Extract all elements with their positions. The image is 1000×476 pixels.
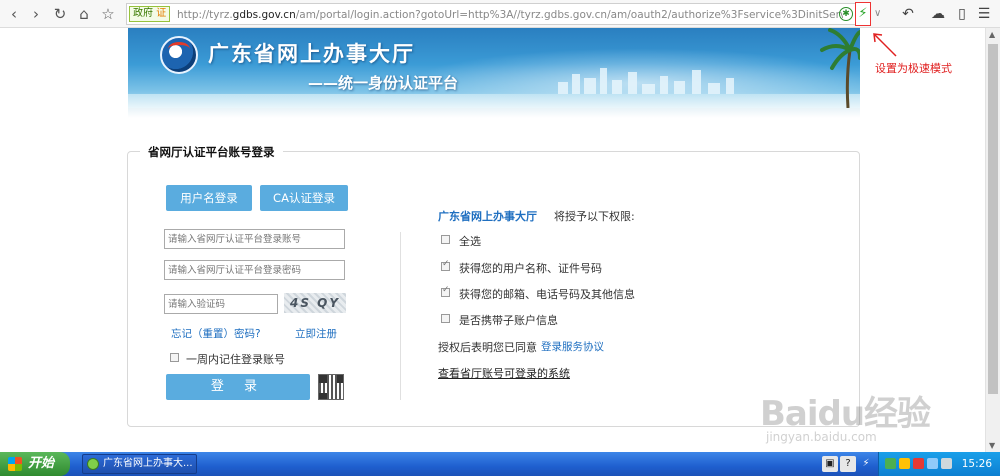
tablet-icon[interactable]: ▯ bbox=[952, 4, 972, 24]
banner-shadow bbox=[128, 108, 860, 118]
permission-checkbox-name-id[interactable] bbox=[441, 259, 450, 271]
authorize-intro: 将授予以下权限: bbox=[554, 210, 635, 223]
tab-username-login[interactable]: 用户名登录 bbox=[166, 185, 252, 211]
scroll-thumb[interactable] bbox=[988, 44, 998, 394]
annotation-text: 设置为极速模式 bbox=[875, 62, 952, 75]
login-button[interactable]: 登 录 bbox=[166, 374, 310, 400]
quick-launch-icon[interactable]: ⚡ bbox=[858, 456, 874, 472]
remember-checkbox[interactable] bbox=[170, 353, 179, 362]
show-desktop-icon[interactable]: ▣ bbox=[822, 456, 838, 472]
browser-toolbar: ‹ › ↻ ⌂ ☆ 政府 证 http://tyrz.gdbs.gov.cn/a… bbox=[0, 0, 1000, 28]
city-skyline bbox=[558, 66, 748, 96]
scroll-down-icon[interactable]: ▼ bbox=[989, 441, 995, 450]
scroll-up-icon[interactable]: ▲ bbox=[989, 30, 995, 39]
vertical-scrollbar[interactable]: ▲ ▼ bbox=[985, 28, 1000, 452]
register-link[interactable]: 立即注册 bbox=[295, 326, 337, 341]
windows-taskbar: 开始 广东省网上办事大... ▣ ? ⚡ 15:26 bbox=[0, 452, 1000, 476]
annotation-arrow bbox=[873, 33, 897, 57]
watermark-brand: Baidu经验 bbox=[760, 394, 931, 434]
security-icon[interactable] bbox=[913, 458, 924, 469]
banner-title: 广东省网上办事大厅 bbox=[208, 42, 415, 66]
address-bar[interactable]: 政府 证 http://tyrz.gdbs.gov.cn/am/portal/l… bbox=[126, 3, 870, 25]
home-icon[interactable]: ⌂ bbox=[74, 4, 94, 24]
undo-icon[interactable]: ↶ bbox=[898, 4, 918, 24]
display-icon[interactable] bbox=[927, 458, 938, 469]
chevron-down-icon[interactable]: ∨ bbox=[874, 5, 888, 23]
bookmark-star-icon[interactable]: ☆ bbox=[98, 4, 118, 24]
taskbar-browser-item[interactable]: 广东省网上办事大... bbox=[82, 454, 197, 474]
banner-subtitle: ——统一身份认证平台 bbox=[308, 74, 459, 92]
url-path: /am/portal/login.action?gotoUrl=http%3A/… bbox=[295, 9, 843, 21]
authorize-site-name: 广东省网上办事大厅 bbox=[438, 210, 537, 223]
service-agreement-link[interactable]: 登录服务协议 bbox=[541, 339, 604, 354]
system-tray: 15:26 bbox=[878, 452, 1000, 476]
site-banner: 广东省网上办事大厅 ——统一身份认证平台 bbox=[128, 28, 860, 108]
forward-icon[interactable]: › bbox=[26, 4, 46, 24]
permission-label: 全选 bbox=[459, 235, 481, 248]
shield-icon[interactable] bbox=[899, 458, 910, 469]
cert-badge-label: 证 bbox=[156, 8, 167, 19]
tab-ca-login[interactable]: CA认证登录 bbox=[260, 185, 348, 211]
permission-checkbox-subaccount[interactable] bbox=[441, 314, 450, 323]
systems-list-link[interactable]: 查看省厅账号可登录的系统 bbox=[438, 365, 570, 381]
remember-label: 一周内记住登录账号 bbox=[186, 353, 285, 366]
qr-code-icon[interactable] bbox=[318, 374, 344, 400]
panel-divider bbox=[400, 232, 401, 400]
url-prefix: http://tyrz. bbox=[177, 9, 233, 21]
task-item-label: 广东省网上办事大... bbox=[103, 458, 193, 469]
captcha-input[interactable] bbox=[164, 294, 278, 314]
agreement-prefix: 授权后表明您已同意 bbox=[438, 341, 537, 354]
login-panel-title: 省网厅认证平台账号登录 bbox=[140, 144, 283, 160]
permission-label: 是否携带子账户信息 bbox=[459, 314, 558, 327]
permission-checkbox-contact[interactable] bbox=[441, 285, 450, 297]
clock[interactable]: 15:26 bbox=[962, 452, 992, 476]
permission-checkbox-select-all[interactable] bbox=[441, 235, 450, 244]
palm-tree-image bbox=[820, 28, 860, 108]
emblem-arc bbox=[168, 42, 190, 56]
speed-mode-lightning-icon[interactable]: ⚡ bbox=[855, 2, 871, 26]
url-domain: gdbs.gov.cn bbox=[232, 9, 296, 21]
reload-icon[interactable]: ↻ bbox=[50, 4, 70, 24]
cloud-icon[interactable]: ☁ bbox=[928, 4, 948, 24]
password-input[interactable] bbox=[164, 260, 345, 280]
permission-label: 获得您的邮箱、电话号码及其他信息 bbox=[459, 288, 635, 301]
start-button[interactable]: 开始 bbox=[0, 452, 70, 476]
permission-label: 获得您的用户名称、证件号码 bbox=[459, 262, 602, 275]
network-icon[interactable] bbox=[885, 458, 896, 469]
site-info-icon[interactable]: ✱ bbox=[839, 7, 853, 21]
watermark-url: jingyan.baidu.com bbox=[766, 430, 877, 444]
back-icon[interactable]: ‹ bbox=[4, 4, 24, 24]
browser-icon bbox=[87, 458, 99, 470]
url-text[interactable]: http://tyrz.gdbs.gov.cn/am/portal/login.… bbox=[177, 7, 843, 23]
account-input[interactable] bbox=[164, 229, 345, 249]
captcha-image[interactable]: 4S QY bbox=[284, 293, 346, 313]
gov-site-badge[interactable]: 政府 证 bbox=[129, 6, 171, 22]
volume-icon[interactable] bbox=[941, 458, 952, 469]
menu-icon[interactable]: ☰ bbox=[974, 4, 994, 24]
forgot-password-link[interactable]: 忘记（重置）密码? bbox=[171, 326, 261, 341]
gov-badge-label: 政府 bbox=[133, 8, 153, 19]
baidu-watermark: Baidu经验 jingyan.baidu.com bbox=[760, 386, 931, 444]
help-icon[interactable]: ? bbox=[840, 456, 856, 472]
start-label: 开始 bbox=[28, 456, 55, 471]
windows-logo-icon bbox=[8, 457, 22, 471]
